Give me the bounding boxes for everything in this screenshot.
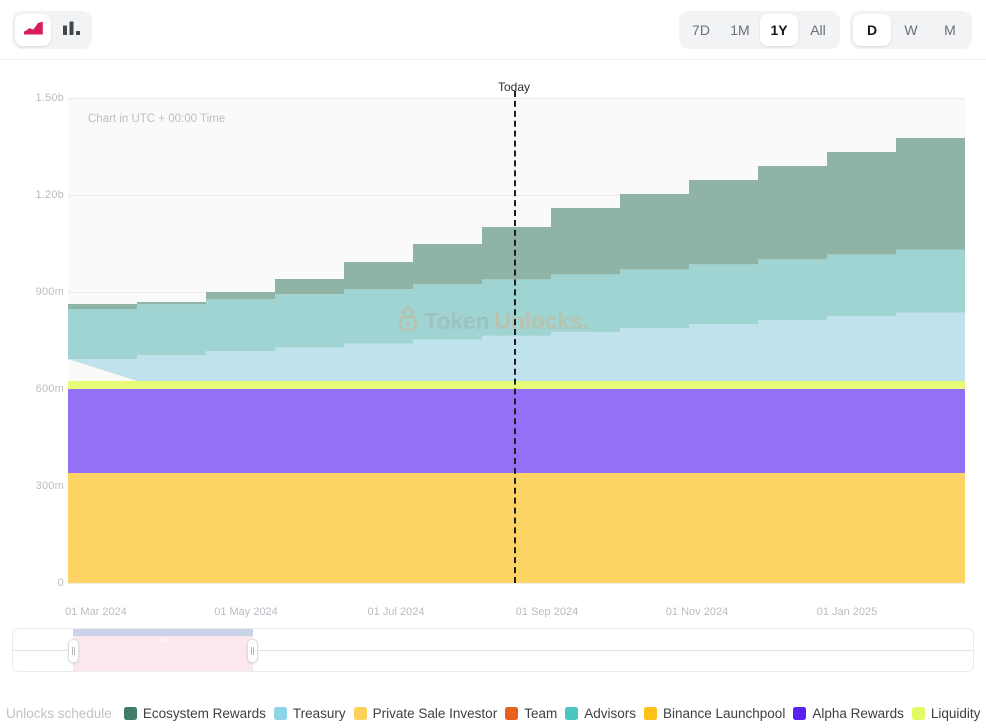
legend-swatch-treasury	[273, 706, 287, 720]
legend-label-binance-launchpool: Binance Launchpool	[662, 705, 786, 721]
legend-item-team[interactable]: Team	[505, 706, 557, 721]
chart-toolbar: 7D 1M 1Y All D W M	[0, 0, 986, 60]
legend-label-advisors: Advisors	[584, 705, 636, 721]
legend-label-team: Team	[524, 705, 558, 721]
legend-swatch-binance-launchpool	[643, 706, 657, 720]
gridline-0	[68, 583, 965, 584]
y-tick-900m: 900m	[35, 286, 64, 298]
range-slider-selection[interactable]	[73, 629, 253, 671]
x-tick-1: 01 May 2024	[214, 606, 278, 618]
range-slider-handle-right[interactable]	[247, 639, 258, 663]
x-tick-4: 01 Nov 2024	[665, 606, 729, 618]
legend-swatch-advisors	[565, 706, 579, 720]
range-1m[interactable]: 1M	[721, 14, 759, 46]
legend-swatch-liquidity	[911, 706, 925, 720]
y-tick-300m: 300m	[35, 480, 64, 492]
legend-label-ecosystem-rewards: Ecosystem Rewards	[142, 705, 266, 721]
legend-item-private-sale-investor[interactable]: Private Sale Investor	[353, 705, 498, 721]
today-line	[514, 91, 516, 583]
x-tick-3: 01 Sep 2024	[515, 606, 579, 618]
stacked-area-plot	[68, 138, 965, 583]
x-tick-5: 01 Jan 2025	[816, 606, 878, 618]
range-slider[interactable]	[12, 628, 974, 672]
area-chart-button[interactable]	[15, 14, 51, 46]
interval-toggle-group: D W M	[850, 11, 972, 49]
legend-item-treasury[interactable]: Treasury	[273, 705, 346, 721]
legend-swatch-private-sale-investor	[353, 706, 367, 720]
legend-title: Unlocks schedule	[6, 705, 112, 721]
range-7d[interactable]: 7D	[682, 14, 720, 46]
legend-swatch-team	[505, 706, 519, 720]
bar-chart-button[interactable]	[53, 14, 89, 46]
legend-label-private-sale-investor: Private Sale Investor	[372, 705, 498, 721]
interval-day[interactable]: D	[853, 14, 891, 46]
legend-label-liquidity: Liquidity	[930, 705, 981, 721]
legend-item-liquidity[interactable]: Liquidity	[911, 705, 981, 721]
legend-item-ecosystem-rewards[interactable]: Ecosystem Rewards	[123, 705, 266, 721]
range-toggle-group: 7D 1M 1Y All	[679, 11, 840, 49]
area-chart-icon	[23, 20, 44, 40]
legend-swatch-alpha-rewards	[793, 706, 807, 720]
series-alpha-rewards	[68, 389, 965, 473]
interval-week[interactable]: W	[892, 14, 930, 46]
bar-chart-icon	[62, 20, 81, 40]
interval-month[interactable]: M	[931, 14, 969, 46]
chart-legend: Unlocks schedule Ecosystem Rewards Treas…	[0, 698, 986, 728]
range-all[interactable]: All	[799, 14, 837, 46]
range-slider-handle-left[interactable]	[68, 639, 79, 663]
series-private-sale-investor	[68, 473, 965, 583]
y-tick-600m: 600m	[35, 383, 64, 395]
chart-area: 1.50b 1.20b 900m 600m 300m 0 Chart in UT…	[0, 60, 986, 728]
token-unlocks-chart-page: 7D 1M 1Y All D W M 1.50b 1.20b 900m 600m…	[0, 0, 986, 728]
y-tick-0: 0	[57, 577, 64, 589]
x-tick-0: 01 Mar 2024	[65, 606, 127, 618]
series-liquidity	[68, 381, 965, 389]
legend-label-alpha-rewards: Alpha Rewards	[812, 705, 904, 721]
legend-swatch-ecosystem-rewards	[123, 706, 137, 720]
legend-label-treasury: Treasury	[292, 705, 346, 721]
y-tick-1500m: 1.50b	[35, 92, 64, 104]
time-controls: 7D 1M 1Y All D W M	[679, 11, 972, 49]
y-tick-1200m: 1.20b	[35, 189, 64, 201]
range-1y[interactable]: 1Y	[760, 14, 798, 46]
range-slider-drag-grip[interactable]	[155, 637, 171, 643]
x-tick-2: 01 Jul 2024	[367, 606, 425, 618]
legend-item-advisors[interactable]: Advisors	[565, 706, 636, 721]
legend-item-binance-launchpool[interactable]: Binance Launchpool	[643, 705, 786, 721]
legend-item-alpha-rewards[interactable]: Alpha Rewards	[793, 706, 904, 721]
chart-type-toggle-group	[12, 11, 92, 49]
